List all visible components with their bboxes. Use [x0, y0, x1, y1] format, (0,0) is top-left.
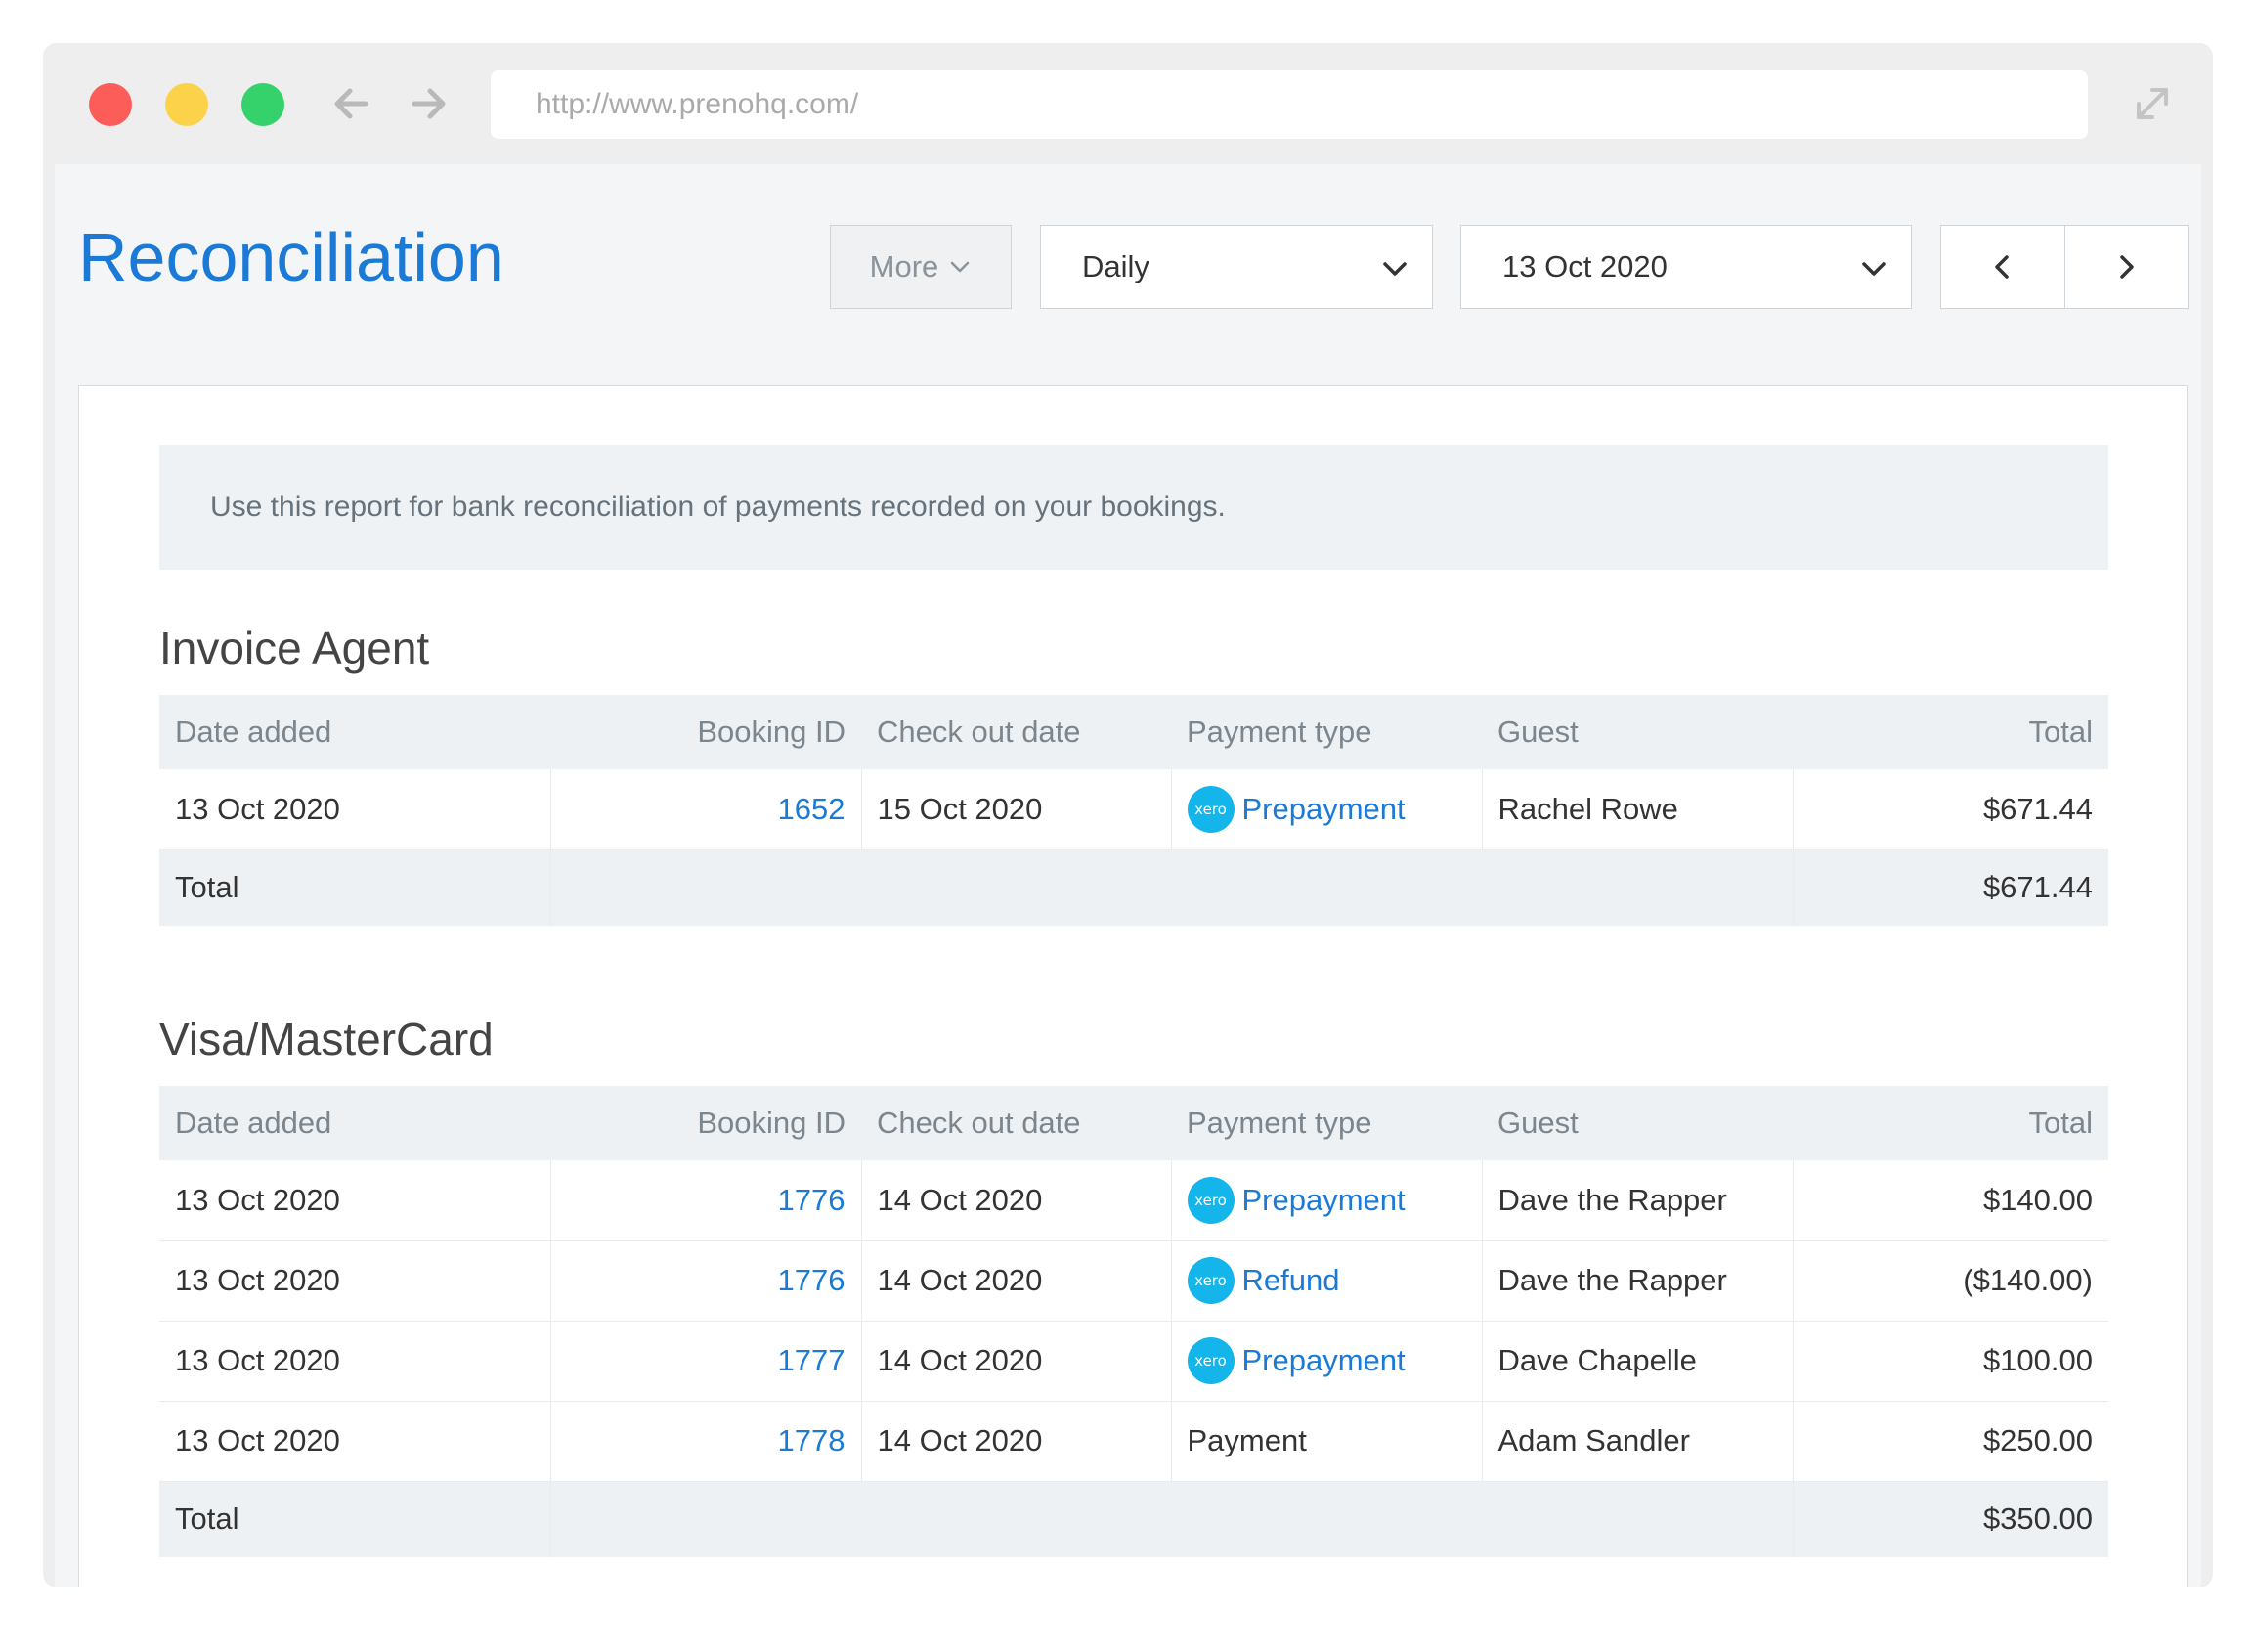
checkout-date-cell: 14 Oct 2020: [861, 1401, 1172, 1482]
total-label: Total: [159, 1481, 551, 1557]
table-total-row: Total $671.44: [159, 849, 2108, 926]
payment-type-cell: xero Prepayment: [1171, 1160, 1483, 1241]
booking-id-link[interactable]: 1776: [550, 1160, 862, 1241]
payment-type-cell: Payment: [1171, 1401, 1483, 1482]
section-title: Invoice Agent: [159, 623, 430, 674]
table-total-row: Total $350.00: [159, 1481, 2108, 1557]
table-header-row: Date added Booking ID Check out date Pay…: [159, 695, 2108, 769]
page-title: Reconciliation: [78, 219, 504, 295]
next-date-button[interactable]: [2065, 226, 2189, 308]
checkout-date-cell: 14 Oct 2020: [861, 1160, 1172, 1241]
app-content: Reconciliation More Daily 13 Oct 2020 Us…: [55, 164, 2201, 1587]
guest-cell: Rachel Rowe: [1482, 769, 1794, 850]
column-header[interactable]: Date added: [159, 695, 550, 769]
xero-icon: xero: [1187, 1176, 1235, 1224]
payment-type-link[interactable]: Prepayment: [1242, 1183, 1406, 1218]
total-cell: $100.00: [1793, 1321, 2108, 1402]
booking-id-link[interactable]: 1776: [550, 1240, 862, 1322]
table-row: 13 Oct 2020 1778 14 Oct 2020 Payment Ada…: [159, 1401, 2108, 1482]
guest-cell: Dave the Rapper: [1482, 1160, 1794, 1241]
date-added-cell: 13 Oct 2020: [159, 1401, 551, 1482]
date-added-cell: 13 Oct 2020: [159, 1240, 551, 1322]
xero-icon: xero: [1187, 1257, 1235, 1304]
payment-type-link[interactable]: Refund: [1242, 1263, 1340, 1298]
forward-arrow-icon[interactable]: [403, 78, 454, 129]
table-row: 13 Oct 2020 1652 15 Oct 2020 xero Prepay…: [159, 769, 2108, 850]
column-header[interactable]: Date added: [159, 1086, 550, 1160]
booking-id-link[interactable]: 1778: [550, 1401, 862, 1482]
total-cell: $250.00: [1793, 1401, 2108, 1482]
section-total-value: $350.00: [1793, 1481, 2108, 1557]
date-select-value: 13 Oct 2020: [1502, 249, 1668, 283]
period-select[interactable]: Daily: [1040, 225, 1433, 309]
close-window-button[interactable]: [89, 83, 132, 126]
guest-cell: Dave the Rapper: [1482, 1240, 1794, 1322]
xero-icon: xero: [1187, 1337, 1235, 1384]
visa-mastercard-table: Date added Booking ID Check out date Pay…: [159, 1086, 2108, 1557]
chevron-down-icon: [1862, 262, 1886, 276]
booking-id-link[interactable]: 1652: [550, 769, 862, 850]
date-added-cell: 13 Oct 2020: [159, 769, 551, 850]
total-cell: ($140.00): [1793, 1240, 2108, 1322]
total-label: Total: [159, 849, 551, 926]
period-select-value: Daily: [1082, 249, 1149, 283]
total-cell: $140.00: [1793, 1160, 2108, 1241]
more-button[interactable]: More: [830, 225, 1012, 309]
browser-window: http://www.prenohq.com/ Reconciliation M…: [43, 43, 2213, 1587]
checkout-date-cell: 14 Oct 2020: [861, 1321, 1172, 1402]
payment-type-cell: xero Refund: [1171, 1240, 1483, 1322]
table-header-row: Date added Booking ID Check out date Pay…: [159, 1086, 2108, 1160]
column-header[interactable]: Guest: [1482, 695, 1793, 769]
payment-type-label: Payment: [1187, 1423, 1307, 1457]
url-bar[interactable]: http://www.prenohq.com/: [491, 70, 2088, 139]
payment-type-cell: xero Prepayment: [1171, 1321, 1483, 1402]
column-header[interactable]: Payment type: [1171, 695, 1482, 769]
more-button-label: More: [869, 249, 939, 283]
chevron-right-icon: [2120, 255, 2134, 279]
column-header[interactable]: Payment type: [1171, 1086, 1482, 1160]
section-total-value: $671.44: [1793, 849, 2108, 926]
minimize-window-button[interactable]: [165, 83, 208, 126]
column-header[interactable]: Booking ID: [550, 695, 861, 769]
maximize-window-button[interactable]: [241, 83, 284, 126]
payment-type-link[interactable]: Prepayment: [1242, 792, 1406, 827]
expand-icon[interactable]: [2133, 84, 2172, 123]
column-header[interactable]: Total: [1793, 1086, 2108, 1160]
date-pager: [1940, 225, 2189, 309]
guest-cell: Adam Sandler: [1482, 1401, 1794, 1482]
back-arrow-icon[interactable]: [326, 78, 377, 129]
total-cell: $671.44: [1793, 769, 2108, 850]
report-notice: Use this report for bank reconciliation …: [159, 445, 2108, 570]
section-title: Visa/MasterCard: [159, 1014, 494, 1065]
checkout-date-cell: 15 Oct 2020: [861, 769, 1172, 850]
chevron-down-icon: [1383, 262, 1407, 276]
payment-type-link[interactable]: Prepayment: [1242, 1343, 1406, 1378]
table-row: 13 Oct 2020 1776 14 Oct 2020 xero Refund…: [159, 1240, 2108, 1322]
date-added-cell: 13 Oct 2020: [159, 1160, 551, 1241]
date-select[interactable]: 13 Oct 2020: [1460, 225, 1912, 309]
table-row: 13 Oct 2020 1777 14 Oct 2020 xero Prepay…: [159, 1321, 2108, 1402]
total-spacer: [550, 1481, 1794, 1557]
date-added-cell: 13 Oct 2020: [159, 1321, 551, 1402]
column-header[interactable]: Guest: [1482, 1086, 1793, 1160]
column-header[interactable]: Total: [1793, 695, 2108, 769]
chevron-left-icon: [1995, 255, 2009, 279]
xero-icon: xero: [1187, 785, 1235, 833]
previous-date-button[interactable]: [1941, 226, 2065, 308]
url-text: http://www.prenohq.com/: [536, 88, 859, 120]
table-row: 13 Oct 2020 1776 14 Oct 2020 xero Prepay…: [159, 1160, 2108, 1241]
browser-titlebar: http://www.prenohq.com/: [43, 43, 2213, 164]
report-panel: Use this report for bank reconciliation …: [78, 385, 2188, 1587]
chevron-down-icon: [951, 261, 970, 273]
total-spacer: [550, 849, 1794, 926]
guest-cell: Dave Chapelle: [1482, 1321, 1794, 1402]
invoice-agent-table: Date added Booking ID Check out date Pay…: [159, 695, 2108, 926]
column-header[interactable]: Check out date: [861, 1086, 1171, 1160]
column-header[interactable]: Check out date: [861, 695, 1171, 769]
column-header[interactable]: Booking ID: [550, 1086, 861, 1160]
booking-id-link[interactable]: 1777: [550, 1321, 862, 1402]
payment-type-cell: xero Prepayment: [1171, 769, 1483, 850]
checkout-date-cell: 14 Oct 2020: [861, 1240, 1172, 1322]
